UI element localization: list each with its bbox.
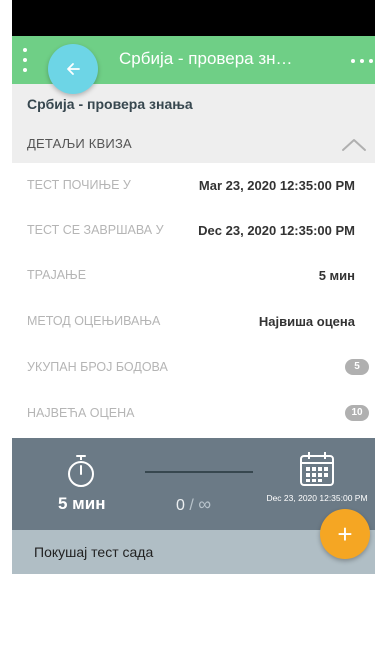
plus-icon: + (337, 518, 353, 549)
chevron-up-icon[interactable] (341, 136, 367, 152)
detail-row-grading-method: МЕТОД ОЦЕЊИВАЊА Највиша оцена (12, 302, 375, 340)
detail-label: ТЕСТ СЕ ЗАВРШАВА У (27, 223, 164, 237)
attempts-counter: 0 / ∞ (176, 494, 211, 515)
end-date-value: Dec 23, 2020 12:35:00 PM (266, 493, 368, 503)
progress-divider (145, 471, 253, 473)
back-button[interactable] (48, 44, 98, 94)
overflow-menu-icon[interactable] (20, 48, 30, 72)
stopwatch-icon (68, 455, 94, 487)
detail-row-duration: ТРАЈАЊЕ 5 мин (12, 256, 375, 294)
calendar-icon (300, 452, 334, 486)
quiz-screen: Србија - провера зн… Србија - провера зн… (12, 0, 375, 668)
detail-label: УКУПАН БРОЈ БОДОВА (27, 360, 168, 374)
detail-value: Mar 23, 2020 12:35:00 PM (198, 178, 355, 193)
detail-label: МЕТОД ОЦЕЊИВАЊА (27, 314, 161, 328)
detail-value: 5 мин (318, 268, 355, 283)
points-badge: 5 (345, 359, 369, 375)
detail-row-start: ТЕСТ ПОЧИЊЕ У Mar 23, 2020 12:35:00 PM (12, 166, 375, 204)
detail-row-total-points: УКУПАН БРОЈ БОДОВА 5 (12, 348, 375, 386)
detail-value: Највиша оцена (258, 314, 355, 329)
attempts-used: 0 (176, 497, 185, 514)
detail-label: ТРАЈАЊЕ (27, 268, 87, 282)
quiz-stats-panel: 5 мин 0 / ∞ Dec 23, 2020 12:35:00 PM (12, 438, 375, 530)
detail-label: ТЕСТ ПОЧИЊЕ У (27, 178, 131, 192)
quiz-details-label: ДЕТАЉИ КВИЗА (27, 136, 132, 151)
add-button[interactable]: + (320, 509, 370, 559)
quiz-header: Србија - провера знања ДЕТАЉИ КВИЗА (12, 84, 375, 163)
more-options-icon[interactable] (351, 58, 373, 64)
duration-value: 5 мин (58, 494, 106, 513)
detail-row-max-grade: НАЈВЕЋА ОЦЕНА 10 (12, 394, 375, 432)
try-test-label: Покушај тест сада (34, 544, 154, 560)
app-bar-title: Србија - провера зн… (119, 49, 293, 68)
grade-badge: 10 (345, 405, 369, 421)
status-bar (12, 0, 375, 36)
detail-row-end: ТЕСТ СЕ ЗАВРШАВА У Dec 23, 2020 12:35:00… (12, 211, 375, 249)
arrow-left-icon (67, 63, 80, 75)
quiz-details: Србија - провера знања ДЕТАЉИ КВИЗА ТЕСТ… (12, 84, 375, 439)
attempts-separator: / (189, 497, 194, 514)
detail-value: Dec 23, 2020 12:35:00 PM (198, 223, 355, 238)
quiz-name: Србија - провера знања (27, 96, 193, 112)
attempts-total: ∞ (198, 494, 212, 514)
detail-label: НАЈВЕЋА ОЦЕНА (27, 406, 135, 420)
